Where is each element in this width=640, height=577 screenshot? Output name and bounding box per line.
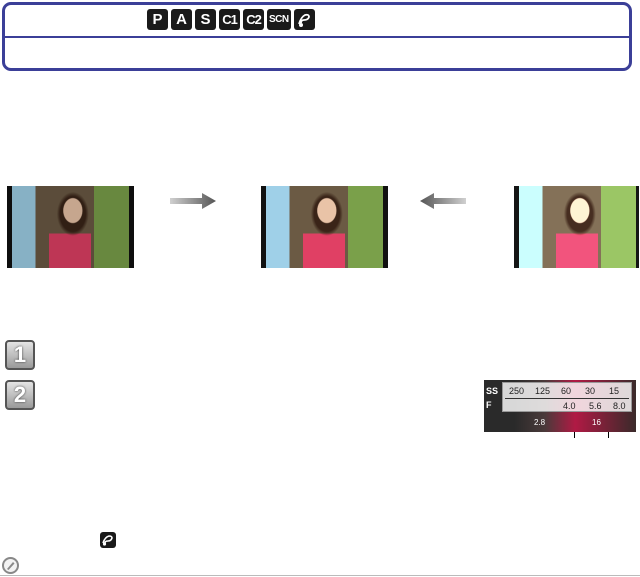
note-pencil-icon [2, 557, 19, 574]
mode-p-icon: P [147, 9, 168, 30]
mode-scn-icon: SCN [267, 9, 291, 30]
meter-scale: 250 125 60 30 15 4.0 5.6 8.0 [502, 382, 632, 412]
shutter-value: 125 [535, 386, 551, 396]
meter-lower-value: 2.8 [534, 418, 546, 427]
aperture-value: 5.6 [589, 401, 602, 411]
arrow-left-icon [420, 193, 466, 209]
meter-lower-value: 16 [592, 418, 601, 427]
f-label: F [486, 400, 492, 410]
callout-line [574, 432, 575, 438]
step-2-badge: 2 [5, 380, 35, 410]
header-divider [5, 36, 629, 38]
shutter-value: 30 [585, 386, 596, 396]
aperture-value: 8.0 [613, 401, 626, 411]
callout-line [608, 432, 609, 438]
shutter-value: 250 [509, 386, 525, 396]
shutter-value: 15 [609, 386, 620, 396]
mode-c2-icon: C2 [243, 9, 264, 30]
creative-control-inline-icon [100, 532, 116, 548]
shutter-value: 60 [561, 386, 572, 396]
mode-icon-row: P A S C1 C2 SCN [147, 9, 315, 30]
meter-scale-line [505, 398, 629, 399]
mode-s-icon: S [195, 9, 216, 30]
photo-correct [261, 186, 388, 268]
exposure-meter-display: SS F 250 125 60 30 15 4.0 5.6 8.0 2.8 16 [484, 380, 636, 432]
aperture-value: 4.0 [563, 401, 576, 411]
mode-a-icon: A [171, 9, 192, 30]
ss-label: SS [486, 386, 499, 396]
arrow-right-icon [170, 193, 216, 209]
photo-overexposed [514, 186, 639, 268]
step-1-badge: 1 [5, 340, 35, 370]
photo-underexposed [7, 186, 134, 268]
creative-control-icon [293, 9, 315, 30]
page-bottom-rule [0, 575, 640, 576]
mode-c1-icon: C1 [219, 9, 240, 30]
mode-header-box: P A S C1 C2 SCN [2, 2, 632, 71]
